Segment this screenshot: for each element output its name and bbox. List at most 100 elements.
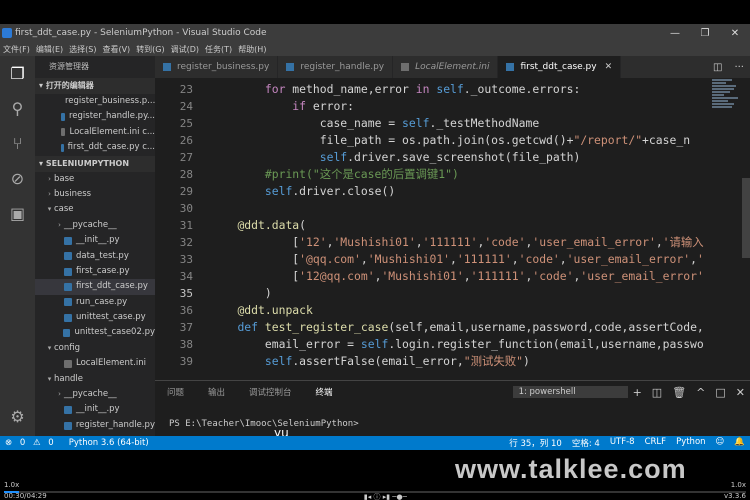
gear-icon[interactable]: ⚙ [0,399,35,434]
speed-left[interactable]: 1.0x [4,481,19,489]
menu-item[interactable]: 编辑(E) [33,44,66,55]
panel-tab[interactable]: 调试控制台 [237,386,304,398]
panel-tab[interactable]: 输出 [196,386,237,398]
tree-file[interactable]: unittest_case.py [35,310,155,325]
open-editors-section[interactable]: ▾ 打开的编辑器 [35,78,155,94]
explorer-icon[interactable]: ❐ [0,56,35,91]
maximize-panel-icon[interactable]: □ [710,386,730,399]
smiley-icon[interactable]: ☺ [711,437,730,449]
open-editor-item[interactable]: LocalElement.ini c... [35,125,155,140]
tree-file[interactable]: unittest_case02.py [35,325,155,340]
open-editor-label: first_ddt_case.py c... [67,142,155,153]
tab-label: register_handle.py [300,62,385,72]
tree-folder[interactable]: › __pycache__ [35,387,155,402]
editor-tab[interactable]: first_ddt_case.py ✕ [498,56,622,78]
menu-item[interactable]: 任务(T) [202,44,235,55]
minimize-button[interactable]: — [660,28,690,39]
close-icon[interactable]: ✕ [605,62,613,72]
open-editor-item[interactable]: first_ddt_case.py c... [35,140,155,155]
restore-button[interactable]: ❐ [690,28,720,39]
code-line[interactable]: 39 self.assertFalse(email_error,"测试失败") [155,353,740,370]
editor-tab[interactable]: register_handle.py [278,56,394,78]
split-terminal-icon[interactable]: ◫ [647,386,667,399]
more-icon[interactable]: ··· [728,62,750,73]
tree-file[interactable]: __init__.py [35,402,155,417]
encoding[interactable]: UTF-8 [605,437,640,449]
player-controls[interactable]: ▮◂ ⓘ ▸▮ ─●─ [364,492,407,500]
trash-icon[interactable]: 🗑 [667,386,691,399]
cursor-position[interactable]: 行 35，列 10 [504,437,567,449]
menu-item[interactable]: 选择(S) [66,44,99,55]
close-panel-icon[interactable]: ✕ [731,386,750,399]
editor-scrollbar[interactable] [742,178,750,258]
terminal-prompt[interactable]: PS E:\Teacher\Imooc\SeleniumPython> [155,403,750,429]
speed-right[interactable]: 1.0x [731,481,746,489]
chevron-up-icon[interactable]: ^ [691,386,710,399]
terminal-select[interactable]: 1: powershell [512,386,628,398]
code-line[interactable]: 33 ['@qq.com','Mushishi01','111111','cod… [155,251,740,268]
tree-folder[interactable]: › business [35,187,155,202]
code-text: ['12','Mushishi01','111111','code','user… [210,235,704,249]
line-ending[interactable]: CRLF [640,437,671,449]
tree-file[interactable]: LocalElement.ini [35,356,155,371]
chevron-right-icon: › [58,220,61,229]
tree-folder[interactable]: › base [35,172,155,187]
project-section[interactable]: ▾ SELENIUMPYTHON [35,155,155,172]
tree-folder[interactable]: ▾ config [35,341,155,356]
code-line[interactable]: 38 email_error = self.login.register_fun… [155,336,740,353]
panel-tab[interactable]: 问题 [155,386,196,398]
source-control-icon[interactable]: ⑂ [0,126,35,161]
tree-file[interactable]: first_ddt_case.py [35,279,155,295]
menu-item[interactable]: 调试(D) [168,44,202,55]
search-icon[interactable]: ⚲ [0,91,35,126]
code-line[interactable]: 34 ['12@qq.com','Mushishi01','111111','c… [155,268,740,285]
code-line[interactable]: 23 for method_name,error in self._outcom… [155,81,740,98]
line-number: 31 [179,219,193,232]
tree-file[interactable]: register_handle.py [35,418,155,433]
open-editor-item[interactable]: register_handle.py... [35,109,155,124]
editor-tab[interactable]: register_business.py [155,56,279,78]
tree-file[interactable]: first_case.py [35,264,155,279]
tree-file[interactable]: __init__.py [35,233,155,248]
code-line[interactable]: 27 self.driver.save_screenshot(file_path… [155,149,740,166]
code-line[interactable]: 28 #print("这个是case的后置调键1") [155,166,740,183]
code-editor[interactable]: 23 for method_name,error in self._outcom… [155,78,750,380]
menu-item[interactable]: 文件(F) [0,44,33,55]
new-terminal-icon[interactable]: + [628,386,647,399]
line-number: 36 [179,304,193,317]
bell-icon[interactable]: 🔔 [729,437,750,449]
panel-tab[interactable]: 终端 [304,386,345,398]
indentation[interactable]: 空格: 4 [567,437,605,449]
code-line[interactable]: 30 [155,200,740,217]
warnings-count: 0 [48,438,54,448]
code-line[interactable]: 35 ) [155,285,740,302]
split-editor-icon[interactable]: ◫ [707,62,728,73]
tree-file[interactable]: run_case.py [35,295,155,310]
language-mode[interactable]: Python [671,437,710,449]
menu-item[interactable]: 转到(G) [133,44,167,55]
code-line[interactable]: 29 self.driver.close() [155,183,740,200]
code-line[interactable]: 24 if error: [155,98,740,115]
extensions-icon[interactable]: ▣ [0,196,35,231]
tree-folder[interactable]: ▾ handle [35,372,155,387]
code-line[interactable]: 37 def test_register_case(self,email,use… [155,319,740,336]
editor-tab[interactable]: LocalElement.ini [393,56,499,78]
line-number: 29 [179,185,193,198]
open-editor-item[interactable]: register_business.p... [35,94,155,109]
problems-indicator[interactable]: ⊗ 0 ⚠ 0 [0,438,64,448]
close-button[interactable]: ✕ [720,28,750,39]
menu-item[interactable]: 查看(V) [99,44,133,55]
python-interpreter[interactable]: Python 3.6 (64-bit) [64,438,154,448]
menu-item[interactable]: 帮助(H) [235,44,269,55]
tree-file[interactable]: data_test.py [35,249,155,264]
code-line[interactable]: 32 ['12','Mushishi01','111111','code','u… [155,234,740,251]
python-file-icon [64,406,72,415]
tree-folder[interactable]: ▾ case [35,202,155,217]
code-line[interactable]: 26 file_path = os.path.join(os.getcwd()+… [155,132,740,149]
tree-folder[interactable]: › __pycache__ [35,218,155,233]
debug-icon[interactable]: ⊘ [0,161,35,196]
code-line[interactable]: 25 case_name = self._testMethodName [155,115,740,132]
code-line[interactable]: 31 @ddt.data( [155,217,740,234]
project-title: SELENIUMPYTHON [45,158,130,168]
code-line[interactable]: 36 @ddt.unpack [155,302,740,319]
